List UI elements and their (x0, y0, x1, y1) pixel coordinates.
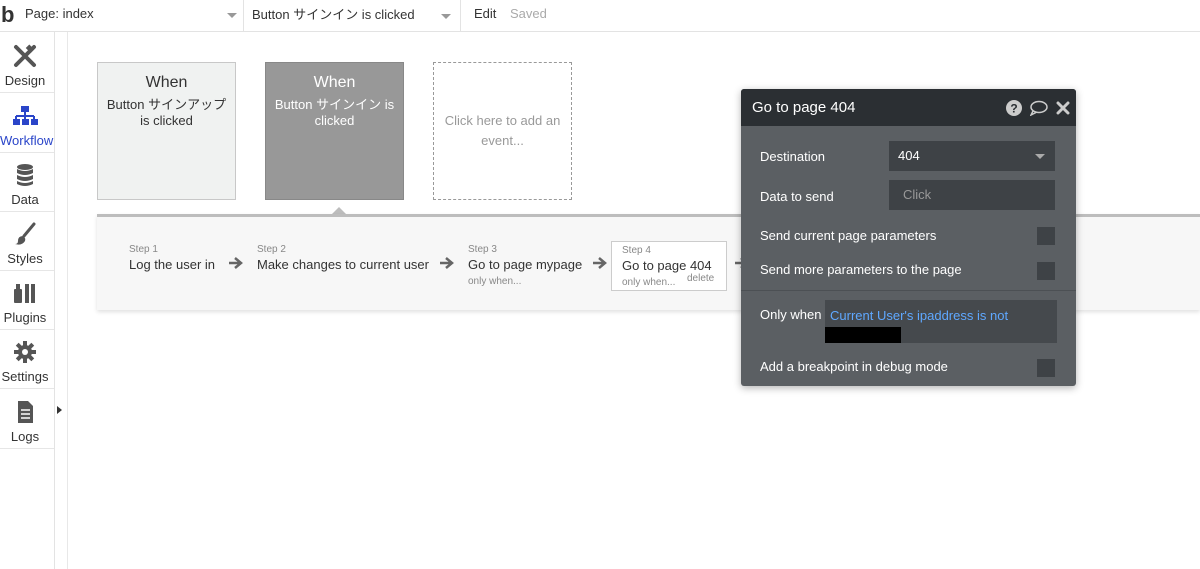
redacted-value (825, 327, 901, 343)
edit-menu[interactable]: Edit (474, 6, 496, 21)
save-status: Saved (510, 6, 547, 21)
arrow-right-icon (593, 257, 607, 269)
event-when-label: When (313, 74, 356, 91)
send-current-params-label: Send current page parameters (760, 228, 937, 243)
plug-icon (14, 284, 35, 303)
modal-title: Go to page 404 (752, 99, 856, 116)
data-to-send-label: Data to send (760, 189, 834, 204)
bubble-logo[interactable]: b (0, 2, 18, 28)
chevron-down-icon (441, 14, 451, 19)
sidebar-item-label: Logs (10, 429, 40, 444)
destination-dropdown[interactable]: 404 (889, 141, 1055, 171)
design-icon (14, 44, 36, 67)
event-card-selected[interactable]: When Button サインイン is clicked (265, 62, 404, 200)
close-icon[interactable] (1056, 100, 1070, 116)
page-selector[interactable]: Page: index (18, 0, 244, 31)
send-current-params-checkbox[interactable] (1037, 227, 1055, 245)
sidebar-item-plugins[interactable]: Plugins (0, 271, 54, 330)
chevron-down-icon (1035, 154, 1045, 159)
sidebar-item-label: Workflow (0, 133, 54, 148)
arrow-right-icon (440, 257, 454, 269)
sidebar: Design Workflow Data Styles Plugins Sett… (0, 32, 55, 569)
sidebar-item-workflow[interactable]: Workflow (0, 94, 54, 153)
sidebar-item-label: Styles (7, 251, 43, 266)
send-more-params-checkbox[interactable] (1037, 262, 1055, 280)
workflow-step[interactable]: Step 2 Make changes to current user (257, 244, 429, 273)
event-description: Button サインアップ is clicked (106, 97, 227, 128)
send-more-params-label: Send more parameters to the page (760, 262, 962, 277)
destination-label: Destination (760, 149, 826, 164)
data-to-send-field[interactable]: Click (889, 180, 1055, 210)
delete-step-link[interactable]: delete (687, 273, 714, 284)
gear-icon (14, 341, 36, 363)
top-bar: b Page: index Button サインイン is clicked Ed… (0, 0, 1200, 32)
step-name: Go to page 404 (622, 258, 712, 273)
canvas-divider (67, 32, 68, 569)
step-condition: only when... (468, 276, 522, 287)
page-selector-label: Page: index (25, 6, 94, 21)
add-event-button[interactable]: Click here to add an event... (433, 62, 572, 200)
event-card[interactable]: When Button サインアップ is clicked (97, 62, 236, 200)
expand-sidebar-icon[interactable] (57, 406, 62, 414)
step-number: Step 3 (468, 244, 497, 255)
modal-header: Go to page 404 ? (741, 89, 1076, 126)
document-icon (18, 401, 33, 423)
sidebar-item-logs[interactable]: Logs (0, 390, 54, 449)
step-number: Step 1 (129, 244, 158, 255)
sidebar-item-label: Data (11, 192, 39, 207)
action-property-editor: Go to page 404 ? Destination 404 Data to… (741, 89, 1076, 386)
event-selector[interactable]: Button サインイン is clicked (244, 0, 461, 31)
sidebar-item-data[interactable]: Data (0, 153, 54, 212)
destination-value: 404 (898, 148, 920, 163)
step-name: Go to page mypage (468, 257, 583, 272)
step-number: Step 4 (622, 245, 651, 256)
only-when-expression[interactable]: Current User's ipaddress is not (830, 308, 1008, 323)
chevron-down-icon (227, 13, 237, 18)
event-selector-label: Button サインイン is clicked (252, 7, 415, 22)
sidebar-item-design[interactable]: Design (0, 34, 54, 93)
step-number: Step 2 (257, 244, 286, 255)
svg-text:?: ? (1010, 102, 1017, 116)
event-description: Button サインイン is clicked (274, 97, 395, 128)
sidebar-item-label: Settings (1, 369, 49, 384)
brush-icon (15, 222, 36, 245)
arrow-right-icon (229, 257, 243, 269)
divider (741, 290, 1076, 291)
sidebar-item-label: Design (4, 73, 46, 88)
workflow-step[interactable]: Step 1 Log the user in (129, 244, 215, 273)
event-when-label: When (145, 74, 188, 91)
workflow-icon (13, 106, 38, 125)
step-name: Log the user in (129, 257, 216, 272)
only-when-label: Only when (760, 307, 822, 322)
help-icon[interactable]: ? (1006, 100, 1022, 116)
database-icon (17, 164, 33, 186)
sidebar-item-label: Plugins (3, 310, 47, 325)
sidebar-item-settings[interactable]: Settings (0, 330, 54, 389)
comment-icon[interactable] (1030, 100, 1048, 116)
sidebar-item-styles[interactable]: Styles (0, 212, 54, 271)
breakpoint-label: Add a breakpoint in debug mode (760, 359, 948, 374)
workflow-step-selected[interactable]: Step 4 Go to page 404 only when... delet… (611, 241, 727, 291)
breakpoint-checkbox[interactable] (1037, 359, 1055, 377)
only-when-expression-field[interactable]: Current User's ipaddress is not (825, 300, 1057, 343)
workflow-step[interactable]: Step 3 Go to page mypage only when... (468, 244, 582, 289)
step-name: Make changes to current user (257, 257, 429, 272)
